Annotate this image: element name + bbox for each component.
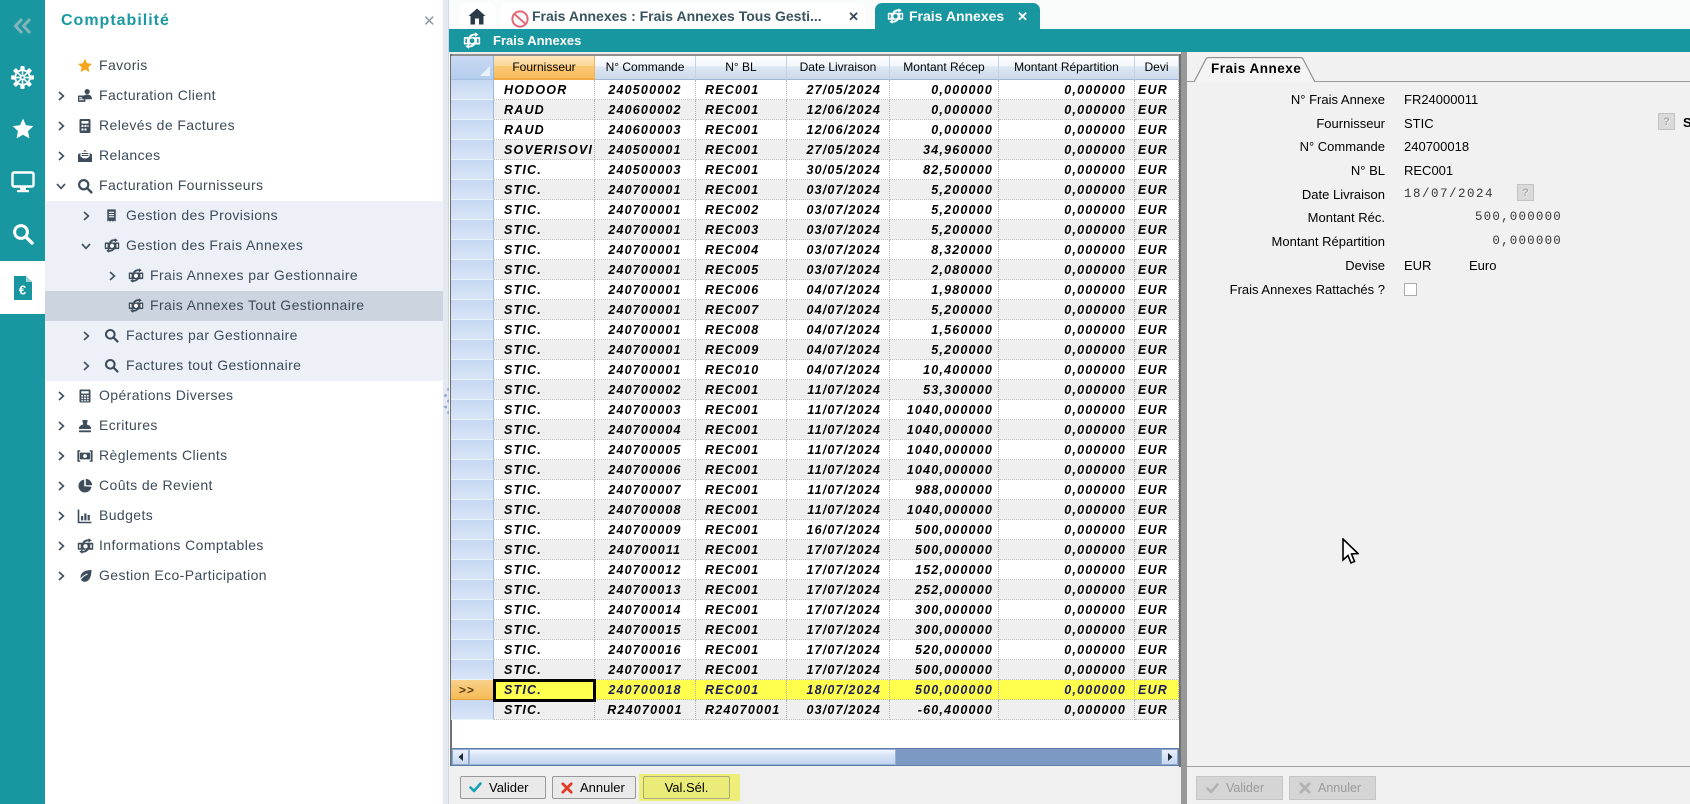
svg-text:€: €: [18, 283, 25, 298]
